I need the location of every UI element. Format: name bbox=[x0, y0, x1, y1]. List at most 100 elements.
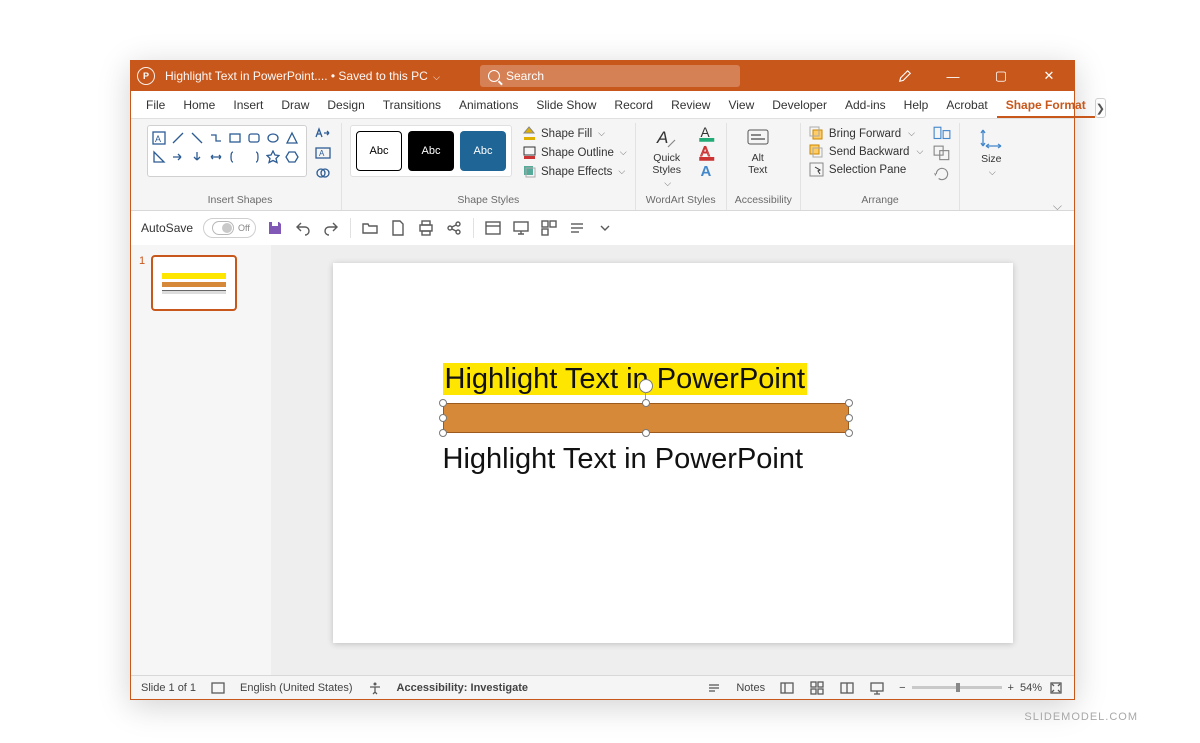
resize-handle[interactable] bbox=[439, 399, 447, 407]
shape-roundrect-icon[interactable] bbox=[245, 129, 262, 146]
tab-home[interactable]: Home bbox=[174, 93, 224, 118]
tab-view[interactable]: View bbox=[719, 93, 763, 118]
undo-icon[interactable] bbox=[294, 219, 312, 237]
shape-brace2-icon[interactable] bbox=[245, 148, 262, 165]
pencil-icon[interactable] bbox=[886, 61, 924, 91]
tab-acrobat[interactable]: Acrobat bbox=[937, 93, 996, 118]
align-icon[interactable] bbox=[933, 125, 951, 141]
notes-icon[interactable] bbox=[706, 680, 722, 696]
rotate-icon[interactable] bbox=[933, 165, 951, 181]
grid-icon[interactable] bbox=[540, 219, 558, 237]
close-button[interactable]: ✕ bbox=[1030, 61, 1068, 91]
shape-textbox-icon[interactable]: A bbox=[150, 129, 167, 146]
shape-arrowdown-icon[interactable] bbox=[188, 148, 205, 165]
tab-developer[interactable]: Developer bbox=[763, 93, 836, 118]
slide-thumbnail[interactable] bbox=[151, 255, 237, 311]
language-label[interactable]: English (United States) bbox=[240, 682, 353, 694]
alt-text-button[interactable]: Alt Text bbox=[735, 125, 781, 176]
text-effects-icon[interactable]: A bbox=[698, 163, 718, 179]
accessibility-status[interactable]: Accessibility: Investigate bbox=[397, 682, 528, 694]
shape-doublearrow-icon[interactable] bbox=[207, 148, 224, 165]
tab-animations[interactable]: Animations bbox=[450, 93, 527, 118]
shape-rect-icon[interactable] bbox=[226, 129, 243, 146]
redo-icon[interactable] bbox=[322, 219, 340, 237]
tab-slideshow[interactable]: Slide Show bbox=[527, 93, 605, 118]
autosave-toggle[interactable]: Off bbox=[203, 218, 256, 238]
shape-outline-button[interactable]: Shape Outline⌵ bbox=[522, 144, 627, 161]
save-icon[interactable] bbox=[266, 219, 284, 237]
resize-handle[interactable] bbox=[845, 414, 853, 422]
tab-design[interactable]: Design bbox=[318, 93, 373, 118]
resize-handle[interactable] bbox=[845, 429, 853, 437]
textbox-icon[interactable]: A bbox=[313, 145, 333, 161]
shape-arrow-icon[interactable] bbox=[169, 148, 186, 165]
slide[interactable]: Highlight Text in PowerPoint Highlight T… bbox=[333, 263, 1013, 643]
tab-record[interactable]: Record bbox=[605, 93, 662, 118]
quick-styles-button[interactable]: A Quick Styles⌵ bbox=[644, 125, 690, 189]
shape-oval-icon[interactable] bbox=[264, 129, 281, 146]
tab-draw[interactable]: Draw bbox=[272, 93, 318, 118]
resize-handle[interactable] bbox=[439, 429, 447, 437]
resize-handle[interactable] bbox=[642, 429, 650, 437]
shape-line-icon[interactable] bbox=[169, 129, 186, 146]
shape-effects-button[interactable]: Shape Effects⌵ bbox=[522, 163, 627, 180]
shapes-gallery[interactable]: A bbox=[147, 125, 307, 177]
shape-triangle-icon[interactable] bbox=[283, 129, 300, 146]
shape-star-icon[interactable] bbox=[264, 148, 281, 165]
minimize-button[interactable]: — bbox=[934, 61, 972, 91]
selection-pane-button[interactable]: Selection Pane bbox=[809, 161, 923, 178]
zoom-out-button[interactable]: − bbox=[899, 682, 905, 694]
normal-view-icon[interactable] bbox=[779, 680, 795, 696]
shape-line2-icon[interactable] bbox=[188, 129, 205, 146]
spellcheck-icon[interactable] bbox=[210, 680, 226, 696]
maximize-button[interactable]: ▢ bbox=[982, 61, 1020, 91]
tab-insert[interactable]: Insert bbox=[224, 93, 272, 118]
send-backward-button[interactable]: Send Backward⌵ bbox=[809, 143, 923, 160]
share-icon[interactable] bbox=[445, 219, 463, 237]
zoom-slider[interactable] bbox=[912, 686, 1002, 689]
resize-handle[interactable] bbox=[845, 399, 853, 407]
shape-hex-icon[interactable] bbox=[283, 148, 300, 165]
present-icon[interactable] bbox=[512, 219, 530, 237]
style-preset-3[interactable]: Abc bbox=[460, 131, 506, 171]
tab-transitions[interactable]: Transitions bbox=[374, 93, 450, 118]
tab-addins[interactable]: Add-ins bbox=[836, 93, 895, 118]
size-button[interactable]: Size⌵ bbox=[968, 125, 1014, 178]
bring-forward-button[interactable]: Bring Forward⌵ bbox=[809, 125, 923, 142]
highlighted-text[interactable]: Highlight Text in PowerPoint bbox=[443, 363, 808, 396]
style-preset-1[interactable]: Abc bbox=[356, 131, 402, 171]
text-fill-icon[interactable]: A bbox=[698, 125, 718, 141]
plain-text[interactable]: Highlight Text in PowerPoint bbox=[443, 443, 804, 476]
shape-brace-icon[interactable] bbox=[226, 148, 243, 165]
style-preset-2[interactable]: Abc bbox=[408, 131, 454, 171]
notes-button[interactable]: Notes bbox=[736, 682, 765, 694]
slideshow-view-icon[interactable] bbox=[869, 680, 885, 696]
slide-canvas-area[interactable]: Highlight Text in PowerPoint Highlight T… bbox=[271, 245, 1074, 675]
tab-review[interactable]: Review bbox=[662, 93, 719, 118]
ribbon-overflow-button[interactable]: ❯ bbox=[1095, 98, 1106, 118]
zoom-in-button[interactable]: + bbox=[1008, 682, 1014, 694]
shape-fill-button[interactable]: Shape Fill⌵ bbox=[522, 125, 627, 142]
new-icon[interactable] bbox=[389, 219, 407, 237]
qat-dropdown-icon[interactable] bbox=[596, 219, 614, 237]
open-icon[interactable] bbox=[361, 219, 379, 237]
rotate-handle-icon[interactable] bbox=[639, 379, 653, 393]
text-outline-icon[interactable]: A bbox=[698, 144, 718, 160]
merge-shapes-icon[interactable] bbox=[313, 165, 333, 181]
search-box[interactable]: Search bbox=[480, 65, 740, 87]
tab-help[interactable]: Help bbox=[895, 93, 938, 118]
group-icon[interactable] bbox=[933, 145, 951, 161]
edit-shape-icon[interactable] bbox=[313, 125, 333, 141]
layout-icon[interactable] bbox=[484, 219, 502, 237]
tab-shape-format[interactable]: Shape Format bbox=[997, 93, 1095, 118]
selected-shape[interactable] bbox=[443, 403, 849, 433]
resize-handle[interactable] bbox=[439, 414, 447, 422]
zoom-level[interactable]: 54% bbox=[1020, 682, 1042, 694]
resize-handle[interactable] bbox=[642, 399, 650, 407]
reading-view-icon[interactable] bbox=[839, 680, 855, 696]
fit-window-icon[interactable] bbox=[1048, 680, 1064, 696]
tab-file[interactable]: File bbox=[137, 93, 174, 118]
ribbon-collapse-icon[interactable]: ⌵ bbox=[1053, 199, 1062, 214]
print-icon[interactable] bbox=[417, 219, 435, 237]
sorter-view-icon[interactable] bbox=[809, 680, 825, 696]
